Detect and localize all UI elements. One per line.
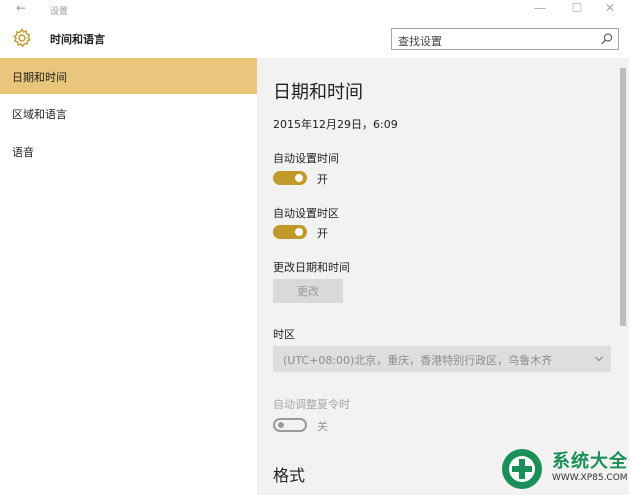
- sidebar-item-label: 日期和时间: [12, 71, 67, 84]
- timezone-label: 时区: [273, 328, 295, 341]
- auto-time-state: 开: [317, 173, 328, 186]
- sidebar-item-speech[interactable]: 语音: [0, 133, 257, 169]
- minimize-button[interactable]: —: [530, 1, 550, 15]
- auto-timezone-label: 自动设置时区: [273, 207, 339, 220]
- auto-timezone-state: 开: [317, 227, 328, 240]
- title-bar: ← 设置 — ☐ ✕: [0, 0, 635, 20]
- dst-label: 自动调整夏令时: [273, 398, 350, 411]
- page-title: 日期和时间: [273, 82, 363, 103]
- current-datetime: 2015年12月29日，6:09: [273, 118, 398, 131]
- watermark-brand: 系统大全: [552, 451, 628, 472]
- maximize-button[interactable]: ☐: [567, 1, 587, 15]
- sidebar-item-region-language[interactable]: 区域和语言: [0, 95, 257, 131]
- search-icon[interactable]: [600, 32, 614, 46]
- watermark-url: WWW.XP85.COM: [552, 473, 628, 483]
- search-input[interactable]: 查找设置: [391, 28, 619, 50]
- scrollbar-thumb[interactable]: [620, 68, 626, 326]
- sidebar-item-date-time[interactable]: 日期和时间: [0, 58, 257, 94]
- toggle-knob: [278, 422, 284, 428]
- format-section-title: 格式: [273, 466, 306, 485]
- close-button[interactable]: ✕: [600, 1, 620, 15]
- sidebar-item-label: 语音: [12, 146, 34, 159]
- sidebar-item-label: 区域和语言: [12, 108, 67, 121]
- gear-icon: [13, 28, 31, 48]
- scrollbar[interactable]: [617, 58, 629, 495]
- change-datetime-label: 更改日期和时间: [273, 261, 350, 274]
- watermark: 系统大全 WWW.XP85.COM: [500, 443, 635, 495]
- settings-header: 时间和语言 查找设置: [0, 20, 635, 58]
- toggle-knob: [295, 174, 303, 182]
- auto-time-label: 自动设置时间: [273, 152, 339, 165]
- auto-timezone-toggle[interactable]: [273, 225, 307, 239]
- site-logo-icon: [502, 449, 542, 489]
- main-content: 日期和时间 2015年12月29日，6:09 自动设置时间 开 自动设置时区 开…: [257, 58, 617, 495]
- dst-toggle[interactable]: [273, 418, 307, 432]
- timezone-value: (UTC+08:00)北京，重庆，香港特别行政区，乌鲁木齐: [283, 354, 553, 367]
- timezone-select[interactable]: (UTC+08:00)北京，重庆，香港特别行政区，乌鲁木齐: [273, 346, 611, 372]
- toggle-knob: [295, 228, 303, 236]
- change-button[interactable]: 更改: [273, 279, 343, 303]
- back-button[interactable]: ←: [16, 1, 26, 15]
- page-category-title: 时间和语言: [50, 33, 105, 46]
- auto-time-toggle[interactable]: [273, 171, 307, 185]
- dst-state: 关: [317, 420, 328, 433]
- sidebar: 日期和时间 区域和语言 语音: [0, 58, 257, 495]
- chevron-down-icon: [595, 356, 603, 362]
- window-title: 设置: [50, 7, 69, 17]
- search-placeholder: 查找设置: [398, 35, 442, 48]
